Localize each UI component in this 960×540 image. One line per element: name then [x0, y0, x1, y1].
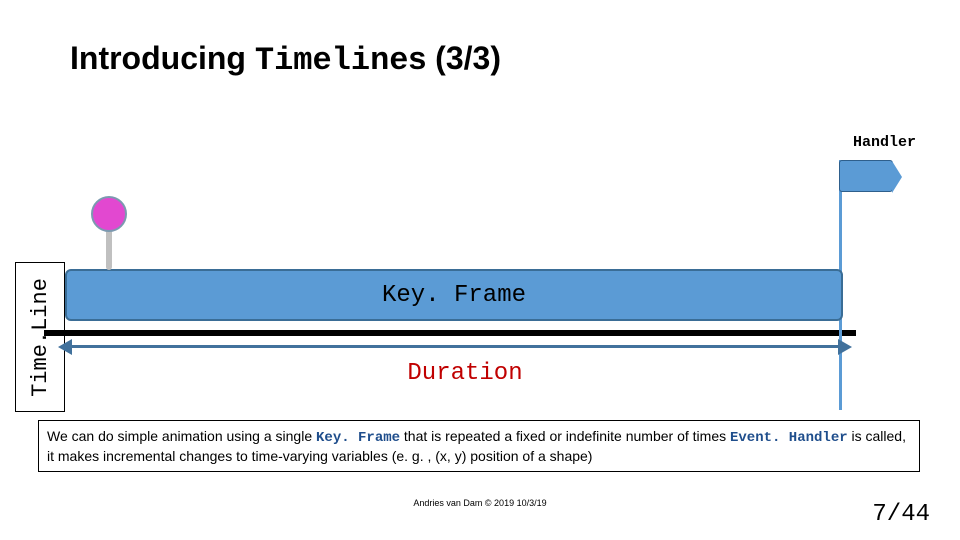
keyframe-bar-label: Key. Frame — [382, 282, 526, 309]
title-code: Timeline — [255, 42, 409, 79]
explain-text-1: We can do simple animation using a singl… — [47, 428, 316, 444]
handler-label: Handler — [853, 134, 916, 151]
timeline-track — [44, 330, 856, 336]
flag-icon — [839, 160, 893, 192]
explanation-box: We can do simple animation using a singl… — [38, 420, 920, 472]
keyframe-marker-post — [106, 228, 112, 270]
duration-label: Duration — [335, 360, 595, 387]
slide-title: Introducing Timelines (3/3) — [70, 40, 501, 79]
footer-center: Andries van Dam © 2019 10/3/19 — [0, 498, 960, 508]
timeline-axis-label: Time.Line — [28, 278, 53, 397]
explain-text-2: that is repeated a fixed or indefinite n… — [400, 428, 730, 444]
explain-eventhandler: Event. Handler — [730, 430, 848, 446]
arrow-left-icon — [58, 339, 72, 355]
page-number: 7/44 — [872, 501, 930, 528]
title-post: s (3/3) — [408, 40, 500, 76]
slide: Introducing Timelines (3/3) Handler Time… — [0, 0, 960, 540]
arrow-right-icon — [838, 339, 852, 355]
timeline-axis-box: Time.Line — [15, 262, 65, 412]
keyframe-bar: Key. Frame — [65, 269, 843, 321]
explain-keyframe: Key. Frame — [316, 430, 400, 446]
title-pre: Introducing — [70, 40, 255, 76]
keyframe-marker-icon — [91, 196, 127, 232]
duration-line — [70, 345, 842, 348]
